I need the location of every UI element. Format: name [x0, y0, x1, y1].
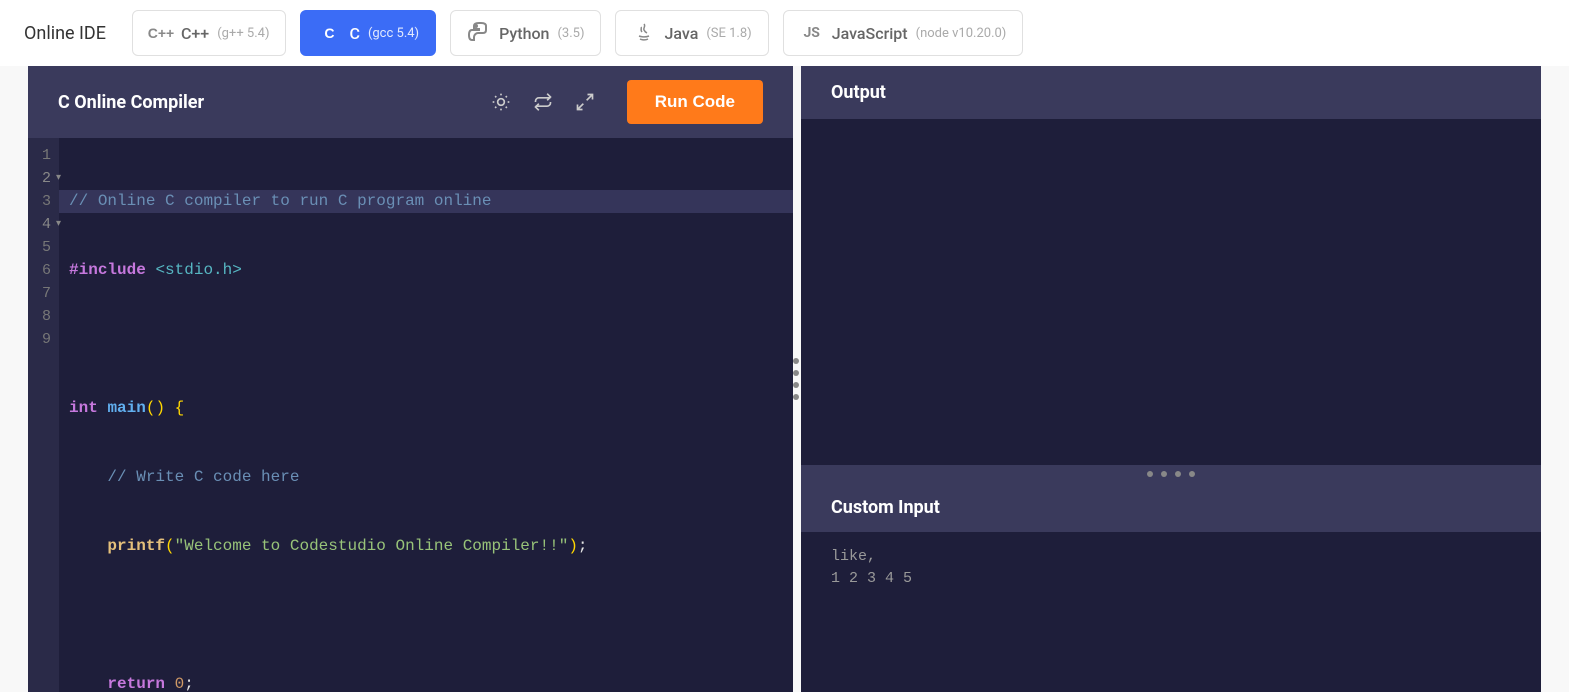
lang-version: (node v10.20.0)	[916, 26, 1007, 41]
run-button[interactable]: Run Code	[627, 80, 763, 124]
lang-version: (gcc 5.4)	[368, 26, 419, 41]
lang-version: (3.5)	[557, 26, 584, 41]
lang-tab-java[interactable]: Java (SE 1.8)	[615, 10, 768, 56]
lang-tab-c[interactable]: C C (gcc 5.4)	[300, 10, 436, 56]
line-gutter: 1 2 3 4 5 6 7 8 9	[28, 138, 59, 692]
python-icon	[467, 21, 491, 45]
code-editor[interactable]: 1 2 3 4 5 6 7 8 9 // Online C compiler t…	[28, 138, 793, 692]
topbar: Online IDE C++ C++ (g++ 5.4) C C (gcc 5.…	[0, 0, 1569, 66]
right-panel: Output Custom Input like, 1 2 3 4 5	[801, 66, 1541, 692]
cpp-icon: C++	[149, 21, 173, 45]
code-content[interactable]: // Online C compiler to run C program on…	[59, 138, 793, 692]
theme-toggle-icon[interactable]	[487, 88, 515, 116]
lang-tab-js[interactable]: JS JavaScript (node v10.20.0)	[783, 10, 1024, 56]
output-body	[801, 119, 1541, 465]
ide-label: Online IDE	[24, 23, 106, 44]
reset-icon[interactable]	[529, 88, 557, 116]
editor-header: C Online Compiler Run Code	[28, 66, 793, 138]
lang-tab-python[interactable]: Python (3.5)	[450, 10, 601, 56]
editor-panel: C Online Compiler Run Code 1 2 3 4 5 6 7…	[28, 66, 793, 692]
horizontal-splitter[interactable]	[801, 465, 1541, 483]
lang-version: (SE 1.8)	[706, 26, 751, 41]
lang-tab-cpp[interactable]: C++ C++ (g++ 5.4)	[132, 10, 287, 56]
lang-version: (g++ 5.4)	[217, 26, 269, 41]
custom-input-body[interactable]: like, 1 2 3 4 5	[801, 532, 1541, 692]
lang-name: JavaScript	[832, 24, 908, 43]
js-icon: JS	[800, 21, 824, 45]
lang-name: Python	[499, 24, 549, 43]
lang-name: Java	[664, 24, 698, 43]
java-icon	[632, 21, 656, 45]
workspace: C Online Compiler Run Code 1 2 3 4 5 6 7…	[28, 66, 1541, 692]
editor-title: C Online Compiler	[58, 92, 473, 113]
lang-name: C++	[181, 24, 209, 43]
custom-input-header: Custom Input	[801, 483, 1541, 532]
fullscreen-icon[interactable]	[571, 88, 599, 116]
output-header: Output	[801, 66, 1541, 119]
lang-name: C	[349, 24, 359, 43]
c-icon: C	[317, 21, 341, 45]
vertical-splitter[interactable]	[793, 358, 799, 400]
